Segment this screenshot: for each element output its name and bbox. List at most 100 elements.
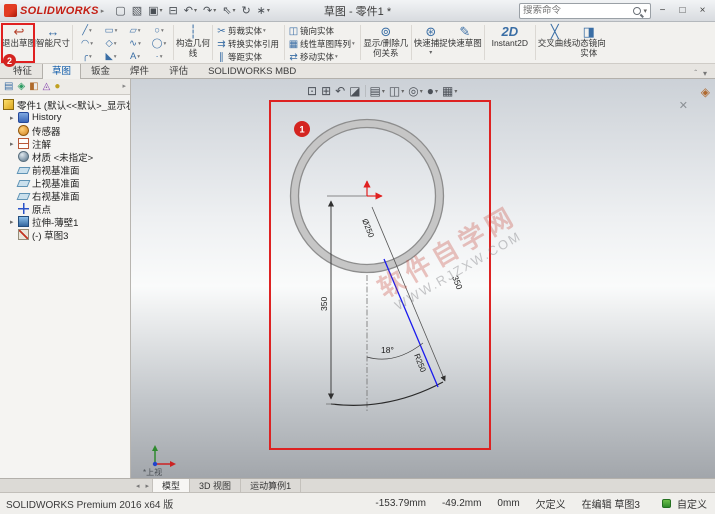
doc-tab-scroll-right-icon[interactable]: ▸ [143, 479, 153, 492]
open-button[interactable]: ▧ [129, 2, 145, 20]
custom-status-button[interactable]: 自定义 [677, 496, 707, 511]
line-tool-button[interactable]: ╱▾ [75, 24, 99, 37]
rapid-sketch-button[interactable]: ✎ 快速草图 [448, 23, 482, 62]
confirmation-corner-cancel-icon[interactable]: ✕ [679, 99, 688, 112]
save-icon: ▣ [148, 4, 158, 17]
new-document-icon: ▢ [115, 4, 125, 17]
tree-item-right-plane[interactable]: 右视基准面 [0, 189, 130, 202]
options-button[interactable]: ∗▾ [254, 2, 273, 20]
sketch-canvas[interactable]: 350 18° Ø250 350 R250 1 [131, 79, 715, 478]
tree-item-sensors[interactable]: 传感器 [0, 124, 130, 137]
tree-item-front-plane[interactable]: 前视基准面 [0, 163, 130, 176]
fillet-tool-button[interactable]: ╭▾ [75, 50, 99, 63]
new-document-button[interactable]: ▢ [112, 2, 128, 20]
search-icon[interactable] [633, 7, 641, 15]
print-button[interactable]: ⊟ [166, 2, 181, 20]
zoom-fit-button[interactable]: ⊡ [307, 84, 317, 98]
save-button[interactable]: ▣▾ [145, 2, 165, 20]
sketch-text-tool-button[interactable]: A▾ [123, 50, 147, 63]
undo-button[interactable]: ↶▾ [181, 2, 200, 20]
minimize-button[interactable]: − [654, 3, 671, 19]
dimxpert-manager-tab-icon[interactable]: ◬ [43, 82, 51, 92]
tree-item-origin[interactable]: 原点 [0, 202, 130, 215]
mirror-entities-button[interactable]: ◫镜向实体 [287, 25, 358, 37]
close-button[interactable]: × [694, 3, 711, 19]
dim-angle-18[interactable]: 18° [381, 345, 394, 355]
ribbon-options-dropdown-icon[interactable]: ▾ [703, 69, 707, 78]
chamfer-tool-button[interactable]: ◣▾ [99, 50, 123, 63]
circle-tool-button[interactable]: ○▾ [147, 24, 171, 37]
convert-entities-button[interactable]: ⇉转换实体引用 [215, 38, 282, 50]
expand-caret-icon[interactable]: ▸ [10, 140, 18, 148]
dynamic-mirror-button[interactable]: ◨ 动态镜向实体 [572, 23, 606, 62]
view-orientation-button[interactable]: ▤▾ [370, 84, 385, 98]
tree-item-material[interactable]: 材质 <未指定> [0, 150, 130, 163]
tab-motion-study-1[interactable]: 运动算例1 [241, 479, 301, 492]
tree-item-extrude-thin[interactable]: ▸ 拉伸-薄壁1 [0, 215, 130, 228]
expand-caret-icon[interactable]: ▸ [10, 114, 18, 122]
display-manager-tab-icon[interactable]: ● [54, 82, 60, 92]
section-view-button[interactable]: ◪ [349, 84, 360, 98]
rectangle-tool-button[interactable]: ▭▾ [99, 24, 123, 37]
panel-tab-overflow-icon[interactable]: ▸ [122, 82, 126, 92]
apply-scene-button[interactable]: ▦▾ [442, 84, 457, 98]
offset-entities-button[interactable]: ∥等距实体 [215, 51, 282, 63]
tree-item-top-plane[interactable]: 上视基准面 [0, 176, 130, 189]
restore-button[interactable]: □ [674, 3, 691, 19]
graphics-area[interactable]: 350 18° Ø250 350 R250 1 软件自学网 WWW.RJZXW.… [131, 79, 715, 478]
fillet-icon: ╭ [82, 51, 88, 62]
tab-model[interactable]: 模型 [152, 479, 190, 492]
origin-icon [18, 203, 29, 214]
tree-item-annotations[interactable]: ▸ 注解 [0, 137, 130, 150]
tree-root-part[interactable]: 零件1 (默认<<默认>_显示状态 1>) [0, 98, 130, 111]
task-pane-icon[interactable]: ◈ [701, 85, 710, 99]
dim-length-350[interactable]: 350 [450, 274, 465, 291]
quick-snaps-button[interactable]: ⊛ 快速捕捉 ▾ [414, 23, 448, 62]
zoom-area-button[interactable]: ⊞ [321, 84, 331, 98]
dropdown-icon: ▾ [335, 54, 338, 60]
rapid-sketch-label: 快速草图 [448, 39, 482, 49]
spline-tool-button[interactable]: ∿▾ [123, 37, 147, 50]
point-tool-button[interactable]: ·▾ [147, 50, 171, 63]
construction-geometry-button[interactable]: ┆ 构造几何线 [176, 23, 210, 62]
tree-item-sketch3[interactable]: (-) 草图3 [0, 228, 130, 241]
tab-solidworks-mbd[interactable]: SOLIDWORKS MBD [198, 64, 306, 78]
tab-3d-views[interactable]: 3D 视图 [190, 479, 241, 492]
command-search-box[interactable]: ▾ [519, 3, 651, 19]
search-input[interactable] [523, 5, 631, 16]
arc-tool-button[interactable]: ◠▾ [75, 37, 99, 50]
expand-caret-icon[interactable]: ▸ [10, 218, 18, 226]
trim-entities-button[interactable]: ✂剪裁实体▾ [215, 25, 282, 37]
dim-diameter[interactable]: Ø250 [360, 217, 376, 239]
doc-tab-scroll-left-icon[interactable]: ◂ [133, 479, 143, 492]
redo-button[interactable]: ↷▾ [200, 2, 219, 20]
ribbon-separator [484, 25, 485, 60]
sketch-bottom-arc[interactable] [331, 382, 443, 405]
configuration-manager-tab-icon[interactable]: ◧ [29, 82, 38, 92]
intersection-curve-button[interactable]: ╳ 交叉曲线 [538, 23, 572, 62]
display-delete-relations-button[interactable]: ⊚ 显示/删除几何关系 [363, 23, 409, 62]
hide-show-items-button[interactable]: ◎▾ [408, 84, 423, 98]
dim-vertical-350[interactable]: 350 [319, 297, 329, 311]
select-button[interactable]: ⇖▾ [219, 2, 238, 20]
smart-dimension-button[interactable]: ↔ 智能尺寸 [36, 23, 70, 62]
move-entities-button[interactable]: ⇄移动实体▾ [287, 51, 358, 63]
polygon-tool-button[interactable]: ◇▾ [99, 37, 123, 50]
slot-tool-button[interactable]: ▱▾ [123, 24, 147, 37]
linear-pattern-label: 线性草图阵列 [300, 38, 351, 50]
rebuild-button[interactable]: ↻ [238, 2, 253, 20]
sketch-blue-line[interactable] [384, 259, 438, 387]
previous-view-button[interactable]: ↶ [335, 84, 345, 98]
ellipse-tool-button[interactable]: ◯▾ [147, 37, 171, 50]
display-style-button[interactable]: ◫▾ [389, 84, 404, 98]
search-dropdown-icon[interactable]: ▾ [643, 7, 647, 15]
instant2d-button[interactable]: 2D Instant2D [487, 23, 533, 62]
property-manager-tab-icon[interactable]: ◈ [17, 82, 25, 92]
edit-appearance-button[interactable]: ●▾ [427, 84, 438, 98]
feature-manager-tab-icon[interactable]: ▤ [4, 82, 13, 92]
file-menu-arrow-icon[interactable]: ▸ [101, 7, 105, 15]
linear-sketch-pattern-button[interactable]: ▦线性草图阵列▾ [287, 38, 358, 50]
dim-radius-r250[interactable]: R250 [412, 352, 428, 374]
ribbon-collapse-icon[interactable]: ˆ [694, 69, 697, 78]
tree-item-history[interactable]: ▸ History [0, 111, 130, 124]
